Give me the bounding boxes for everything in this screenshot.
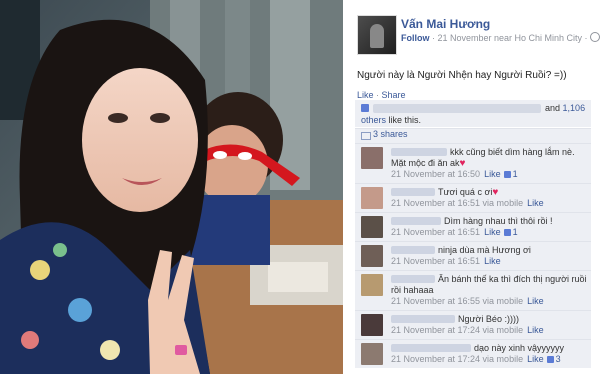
post-header: Vấn Mai Hương Follow · 21 November near … bbox=[343, 0, 600, 55]
comment-item: ninja dùa mà Hương ơi 21 November at 16:5… bbox=[355, 241, 591, 270]
commenter-avatar[interactable] bbox=[361, 245, 383, 267]
comments-list: kkk cũng biết dìm hàng lắm nè. Mặt mộc đ… bbox=[355, 143, 591, 368]
heart-icon: ♥ bbox=[492, 187, 499, 198]
likes-summary: and 1,106 others like this. bbox=[355, 100, 591, 127]
globe-icon bbox=[589, 32, 600, 42]
commenter-avatar[interactable] bbox=[361, 314, 383, 336]
comment-text: Dìm hàng nhau thì thôi rồi ! bbox=[444, 216, 553, 226]
author-name[interactable]: Vấn Mai Hương bbox=[401, 17, 490, 31]
commenter-avatar[interactable] bbox=[361, 147, 383, 169]
comment-meta: 21 November at 16:55 via mobile Like bbox=[391, 296, 544, 306]
comment-time[interactable]: 21 November at 17:24 via mobile bbox=[391, 325, 523, 335]
comment-like-link[interactable]: Like bbox=[484, 227, 501, 237]
comment-meta: 21 November at 16:51 Like bbox=[391, 256, 501, 266]
comment-text: Tươi quá c ơi bbox=[438, 187, 493, 197]
comment-body: Người Béo :)))) 21 November at 17:24 via … bbox=[391, 311, 591, 339]
avatar-figure-icon bbox=[370, 24, 384, 48]
post-text: Người này là Người Nhện hay Người Ruồi? … bbox=[357, 70, 567, 81]
commenter-avatar[interactable] bbox=[361, 274, 383, 296]
comment-like-link[interactable]: Like bbox=[527, 198, 544, 208]
post-panel: Vấn Mai Hương Follow · 21 November near … bbox=[343, 0, 600, 374]
commenter-name[interactable] bbox=[391, 275, 435, 283]
comment-like-count[interactable]: 1 bbox=[513, 227, 518, 237]
share-link[interactable]: Share bbox=[382, 90, 406, 100]
comment-item: Dìm hàng nhau thì thôi rồi ! 21 November … bbox=[355, 212, 591, 241]
comment-like-count[interactable]: 1 bbox=[513, 169, 518, 179]
thumbs-up-icon bbox=[503, 229, 511, 236]
thumbs-up-icon bbox=[503, 171, 511, 178]
comment-meta: 21 November at 16:50 Like 1 bbox=[391, 169, 518, 179]
comment-item: Tươi quá c ơi ♥ 21 November at 16:51 via … bbox=[355, 183, 591, 212]
commenter-name[interactable] bbox=[391, 246, 435, 254]
comment-time[interactable]: 21 November at 16:51 bbox=[391, 227, 480, 237]
photo-viewer: Vấn Mai Hương Follow · 21 November near … bbox=[0, 0, 600, 374]
heart-icon: ♥ bbox=[459, 158, 466, 169]
comment-body: Dìm hàng nhau thì thôi rồi ! 21 November … bbox=[391, 213, 591, 241]
likes-others: others like this. bbox=[361, 115, 421, 125]
post-timestamp: · 21 November near Ho Chi Minh City · bbox=[429, 33, 588, 43]
commenter-name[interactable] bbox=[391, 217, 441, 225]
liker-names bbox=[373, 104, 541, 113]
commenter-name[interactable] bbox=[391, 315, 455, 323]
commenter-name[interactable] bbox=[391, 148, 447, 156]
post-photo[interactable] bbox=[0, 0, 343, 374]
likes-and: and 1,106 bbox=[545, 103, 585, 113]
post-meta: Follow · 21 November near Ho Chi Minh Ci… bbox=[401, 32, 600, 43]
likes-others-link[interactable]: others bbox=[361, 115, 386, 125]
share-icon bbox=[361, 132, 371, 140]
comment-item: Ăn bánh thế ka thì đích thị người ruồi r… bbox=[355, 270, 591, 310]
comment-item: kkk cũng biết dìm hàng lắm nè. Mặt mộc đ… bbox=[355, 143, 591, 183]
author-avatar[interactable] bbox=[357, 15, 397, 55]
comment-meta: 21 November at 16:51 via mobile Like bbox=[391, 198, 544, 208]
comment-like-link[interactable]: Like bbox=[484, 256, 501, 266]
likes-suffix: like this. bbox=[386, 115, 422, 125]
thumbs-up-icon bbox=[361, 104, 369, 112]
comment-time[interactable]: 21 November at 16:51 bbox=[391, 256, 480, 266]
comment-item: dạo này xinh vậyyyyyy 21 November at 17:2… bbox=[355, 339, 591, 368]
commenter-avatar[interactable] bbox=[361, 343, 383, 365]
commenter-avatar[interactable] bbox=[361, 216, 383, 238]
comment-time[interactable]: 21 November at 16:51 via mobile bbox=[391, 198, 523, 208]
comment-body: Ăn bánh thế ka thì đích thị người ruồi r… bbox=[391, 271, 591, 310]
comment-text: ninja dùa mà Hương ơi bbox=[438, 245, 531, 255]
shares-count[interactable]: 3 shares bbox=[373, 129, 408, 139]
shares-row[interactable]: 3 shares bbox=[355, 128, 591, 143]
comment-body: dạo này xinh vậyyyyyy 21 November at 17:2… bbox=[391, 340, 591, 368]
post-actions: Like · Share bbox=[357, 90, 406, 100]
likes-count[interactable]: 1,106 bbox=[563, 103, 586, 113]
comment-text: Người Béo :)))) bbox=[458, 314, 519, 324]
likes-and-text: and bbox=[545, 103, 561, 113]
thumbs-up-icon bbox=[546, 356, 554, 363]
comment-time[interactable]: 21 November at 16:55 via mobile bbox=[391, 296, 523, 306]
comment-time[interactable]: 21 November at 17:24 via mobile bbox=[391, 354, 523, 364]
comment-meta: 21 November at 16:51 Like 1 bbox=[391, 227, 518, 237]
comment-like-link[interactable]: Like bbox=[527, 325, 544, 335]
follow-link[interactable]: Follow bbox=[401, 33, 430, 43]
commenter-avatar[interactable] bbox=[361, 187, 383, 209]
comment-like-link[interactable]: Like bbox=[484, 169, 501, 179]
comment-meta: 21 November at 17:24 via mobile Like 3 bbox=[391, 354, 561, 364]
like-link[interactable]: Like bbox=[357, 90, 374, 100]
comment-text: dạo này xinh vậyyyyyy bbox=[474, 343, 565, 353]
comment-time[interactable]: 21 November at 16:50 bbox=[391, 169, 480, 179]
comment-body: kkk cũng biết dìm hàng lắm nè. Mặt mộc đ… bbox=[391, 144, 591, 183]
commenter-name[interactable] bbox=[391, 344, 471, 352]
comment-like-count[interactable]: 3 bbox=[556, 354, 561, 364]
comment-like-link[interactable]: Like bbox=[527, 354, 544, 364]
comment-body: ninja dùa mà Hương ơi 21 November at 16:5… bbox=[391, 242, 591, 270]
comment-body: Tươi quá c ơi ♥ 21 November at 16:51 via … bbox=[391, 184, 591, 212]
comment-like-link[interactable]: Like bbox=[527, 296, 544, 306]
comment-meta: 21 November at 17:24 via mobile Like bbox=[391, 325, 544, 335]
comment-item: Người Béo :)))) 21 November at 17:24 via … bbox=[355, 310, 591, 339]
commenter-name[interactable] bbox=[391, 188, 435, 196]
